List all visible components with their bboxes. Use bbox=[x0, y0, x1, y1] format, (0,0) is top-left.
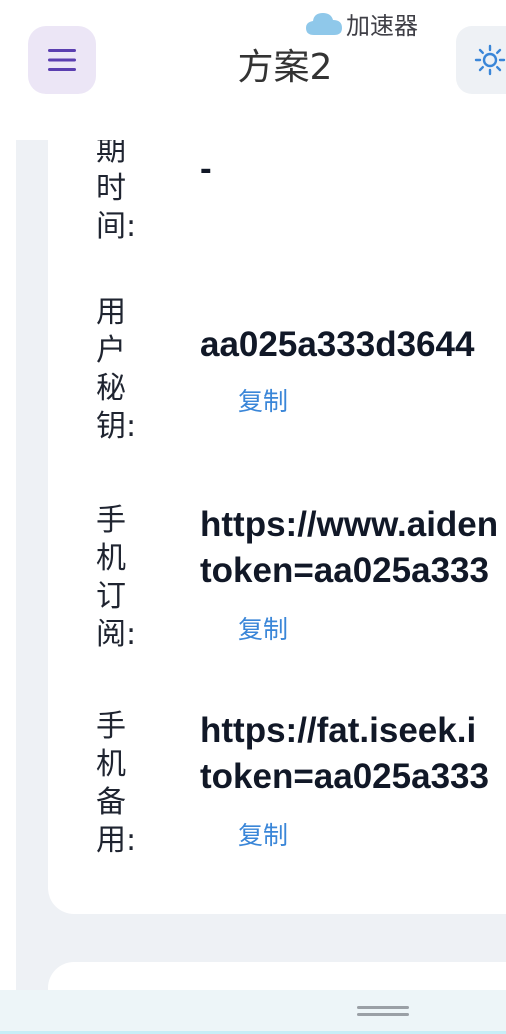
menu-button[interactable] bbox=[28, 26, 96, 94]
accelerator-badge: 加速器 bbox=[304, 6, 418, 41]
copy-button[interactable]: 复制 bbox=[238, 382, 288, 418]
top-bar: 加速器 方案2 bbox=[0, 0, 506, 140]
row-label: 手 机 备 用: bbox=[96, 709, 137, 858]
copy-button[interactable]: 复制 bbox=[238, 816, 288, 852]
hamburger-icon bbox=[48, 49, 76, 71]
row-label: 手 机 订 阅: bbox=[96, 503, 137, 652]
bottom-sheet-bar[interactable] bbox=[0, 990, 506, 1034]
drag-handle-icon[interactable] bbox=[357, 1006, 409, 1016]
row-value: - bbox=[200, 149, 212, 188]
plan-detail-card: 期 时 间: - 用 户 秘 钥: aa025a333d3644 复制 手 机 … bbox=[48, 140, 506, 914]
row-value: https://fat.iseek.i token=aa025a333 bbox=[200, 711, 489, 796]
app-screen: 加速器 方案2 期 时 间: - 用 户 秘 钥: aa025a333d3644… bbox=[0, 0, 506, 1034]
row-value: https://www.aiden token=aa025a333 bbox=[200, 505, 499, 590]
row-label: 用 户 秘 钥: bbox=[96, 295, 137, 444]
theme-toggle-button[interactable] bbox=[456, 26, 506, 94]
row-value: aa025a333d3644 bbox=[200, 325, 475, 364]
accelerator-label: 加速器 bbox=[346, 12, 418, 40]
row-label: 期 时 间: bbox=[96, 140, 137, 244]
copy-button[interactable]: 复制 bbox=[238, 610, 288, 646]
sun-icon bbox=[474, 44, 506, 76]
cloud-icon bbox=[306, 12, 342, 35]
page-title: 方案2 bbox=[237, 47, 333, 88]
